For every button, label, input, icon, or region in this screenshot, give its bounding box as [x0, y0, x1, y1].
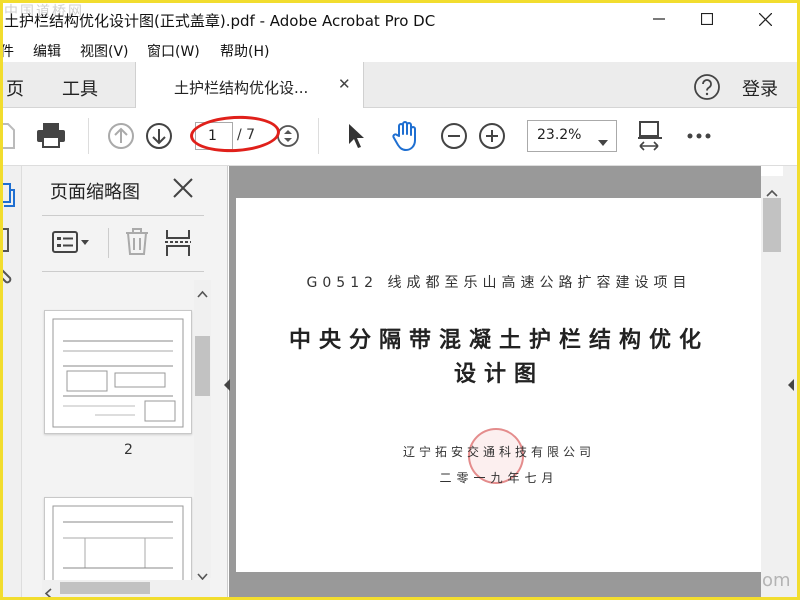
attachments-nav-button[interactable] [0, 266, 16, 298]
menu-file[interactable]: 件 [0, 41, 14, 61]
page-thumbnail[interactable] [44, 310, 192, 434]
zoom-in-icon [479, 123, 505, 149]
scrollbar-thumb[interactable] [60, 582, 150, 594]
watermark-top-left: 中国道桥网 [4, 4, 84, 20]
chevron-up-icon[interactable] [197, 283, 208, 302]
thumbnail-drawing [52, 505, 184, 587]
trash-icon [126, 228, 148, 255]
close-icon [173, 178, 193, 198]
menu-window[interactable]: 窗口(W) [147, 41, 200, 61]
chevron-up-icon[interactable] [766, 182, 778, 201]
printer-icon [37, 123, 65, 148]
delete-page-button[interactable] [124, 228, 150, 260]
panel-divider [42, 215, 204, 216]
bookmarks-nav-button[interactable] [0, 226, 16, 258]
menu-edit[interactable]: 编辑 [33, 41, 61, 61]
thumbnail-vertical-scrollbar[interactable] [194, 280, 211, 578]
thumbnail-drawing [52, 318, 184, 428]
help-icon [694, 74, 720, 100]
chevron-left-icon[interactable] [44, 584, 52, 600]
fit-page-icon [638, 121, 662, 151]
document-title-line1: 中央分隔带混凝土护栏结构优化 [288, 328, 709, 353]
document-title-line2: 设计图 [453, 362, 544, 387]
scrollbar-thumb[interactable] [763, 198, 781, 252]
paperclip-icon [0, 269, 12, 284]
document-date: 二零一九年七月 [439, 471, 559, 485]
thumbnail-page-label: 2 [124, 442, 133, 458]
hand-tool-button[interactable] [390, 120, 420, 156]
menu-help[interactable]: 帮助(H) [220, 41, 269, 61]
options-menu-button[interactable] [52, 230, 92, 260]
more-tools-button[interactable] [686, 128, 714, 148]
bookmark-icon [0, 228, 9, 252]
up-down-circle-icon [277, 125, 299, 147]
previous-page-button[interactable] [107, 122, 135, 154]
extract-page-button[interactable] [165, 228, 191, 262]
page-thumbnails-nav-button[interactable] [0, 180, 16, 212]
login-link[interactable]: 登录 [742, 75, 778, 101]
close-icon [758, 12, 772, 26]
save-icon [0, 123, 15, 149]
save-button[interactable] [0, 122, 16, 154]
minimize-icon [653, 18, 665, 20]
watermark-bottom-right: om [762, 570, 791, 591]
tab-document[interactable]: 土护栏结构优化设... ✕ [136, 62, 364, 108]
title-bar: 土护栏结构优化设计图(正式盖章).pdf - Adobe Acrobat Pro… [0, 0, 800, 38]
cursor-arrow-icon [349, 124, 364, 148]
scrollbar-thumb[interactable] [195, 336, 210, 396]
zoom-out-icon [441, 123, 467, 149]
arrow-down-circle-icon [146, 123, 172, 149]
options-list-icon [52, 231, 89, 253]
panel-toolbar-divider [108, 228, 109, 258]
maximize-icon [701, 13, 713, 25]
hand-icon [392, 121, 416, 151]
triangle-left-icon [224, 379, 230, 391]
pages-icon [0, 183, 15, 207]
page-thumbnail[interactable] [44, 497, 192, 587]
fit-page-button[interactable] [636, 120, 664, 158]
panel-title: 页面缩略图 [50, 182, 140, 203]
expand-right-panel-button[interactable] [786, 377, 796, 396]
zoom-in-button[interactable] [478, 122, 506, 154]
select-tool-button[interactable] [346, 122, 366, 154]
tab-home[interactable]: 主页 [6, 75, 24, 101]
document-tab-label: 土护栏结构优化设... [174, 79, 309, 97]
maximize-button[interactable] [684, 4, 730, 34]
close-tab-button[interactable]: ✕ [338, 75, 351, 93]
zoom-out-button[interactable] [440, 122, 468, 154]
collapse-left-panel-button[interactable] [222, 377, 232, 396]
panel-divider [42, 271, 204, 272]
menu-view[interactable]: 视图(V) [80, 41, 129, 61]
menu-bar: 件 编辑 视图(V) 窗口(W) 帮助(H) [0, 38, 800, 62]
arrow-up-circle-icon [108, 123, 134, 149]
minimize-button[interactable] [636, 4, 682, 34]
toolbar-divider [88, 118, 89, 154]
next-page-button[interactable] [145, 122, 173, 154]
project-name: G0512 线成都至乐山高速公路扩容建设项目 [306, 275, 692, 291]
close-panel-button[interactable] [172, 177, 194, 203]
more-dots-icon [687, 133, 711, 139]
page-extract-icon [165, 230, 191, 256]
toolbar-divider [318, 118, 319, 154]
close-window-button[interactable] [742, 4, 788, 34]
company-name: 辽宁拓安交通科技有限公司 [402, 445, 595, 459]
zoom-value: 23.2% [537, 127, 582, 143]
chevron-down-icon [598, 131, 608, 150]
tab-tools[interactable]: 工具 [62, 75, 98, 101]
print-button[interactable] [36, 121, 66, 153]
triangle-left-icon [788, 379, 794, 391]
tab-bar: 主页 工具 土护栏结构优化设... ✕ [0, 62, 800, 108]
page-stepper-button[interactable] [276, 124, 300, 152]
help-button[interactable] [693, 73, 721, 105]
